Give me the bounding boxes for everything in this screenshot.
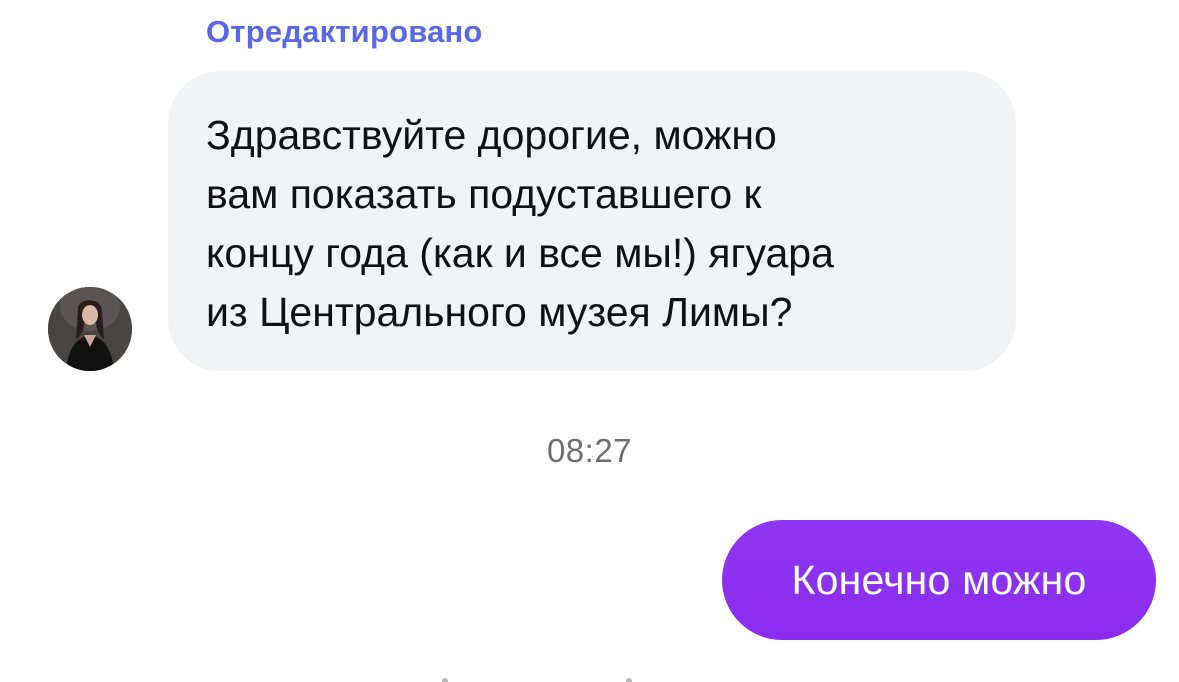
incoming-message-bubble[interactable]: Здравствуйте дорогие, можно вам показать… xyxy=(168,71,1016,371)
clipped-next-row xyxy=(430,670,650,682)
incoming-message-text: Здравствуйте дорогие, можно вам показать… xyxy=(206,112,834,335)
sender-avatar[interactable] xyxy=(48,287,132,371)
edited-label: Отредактировано xyxy=(206,14,483,49)
outgoing-message-bubble[interactable]: Конечно можно xyxy=(722,520,1156,640)
outgoing-message-text: Конечно можно xyxy=(791,556,1087,603)
user-avatar-photo-icon xyxy=(48,287,132,371)
chat-thread: Отредактировано Здравствуйте дорогие, мо… xyxy=(0,0,1179,682)
message-timestamp: 08:27 xyxy=(546,432,633,469)
